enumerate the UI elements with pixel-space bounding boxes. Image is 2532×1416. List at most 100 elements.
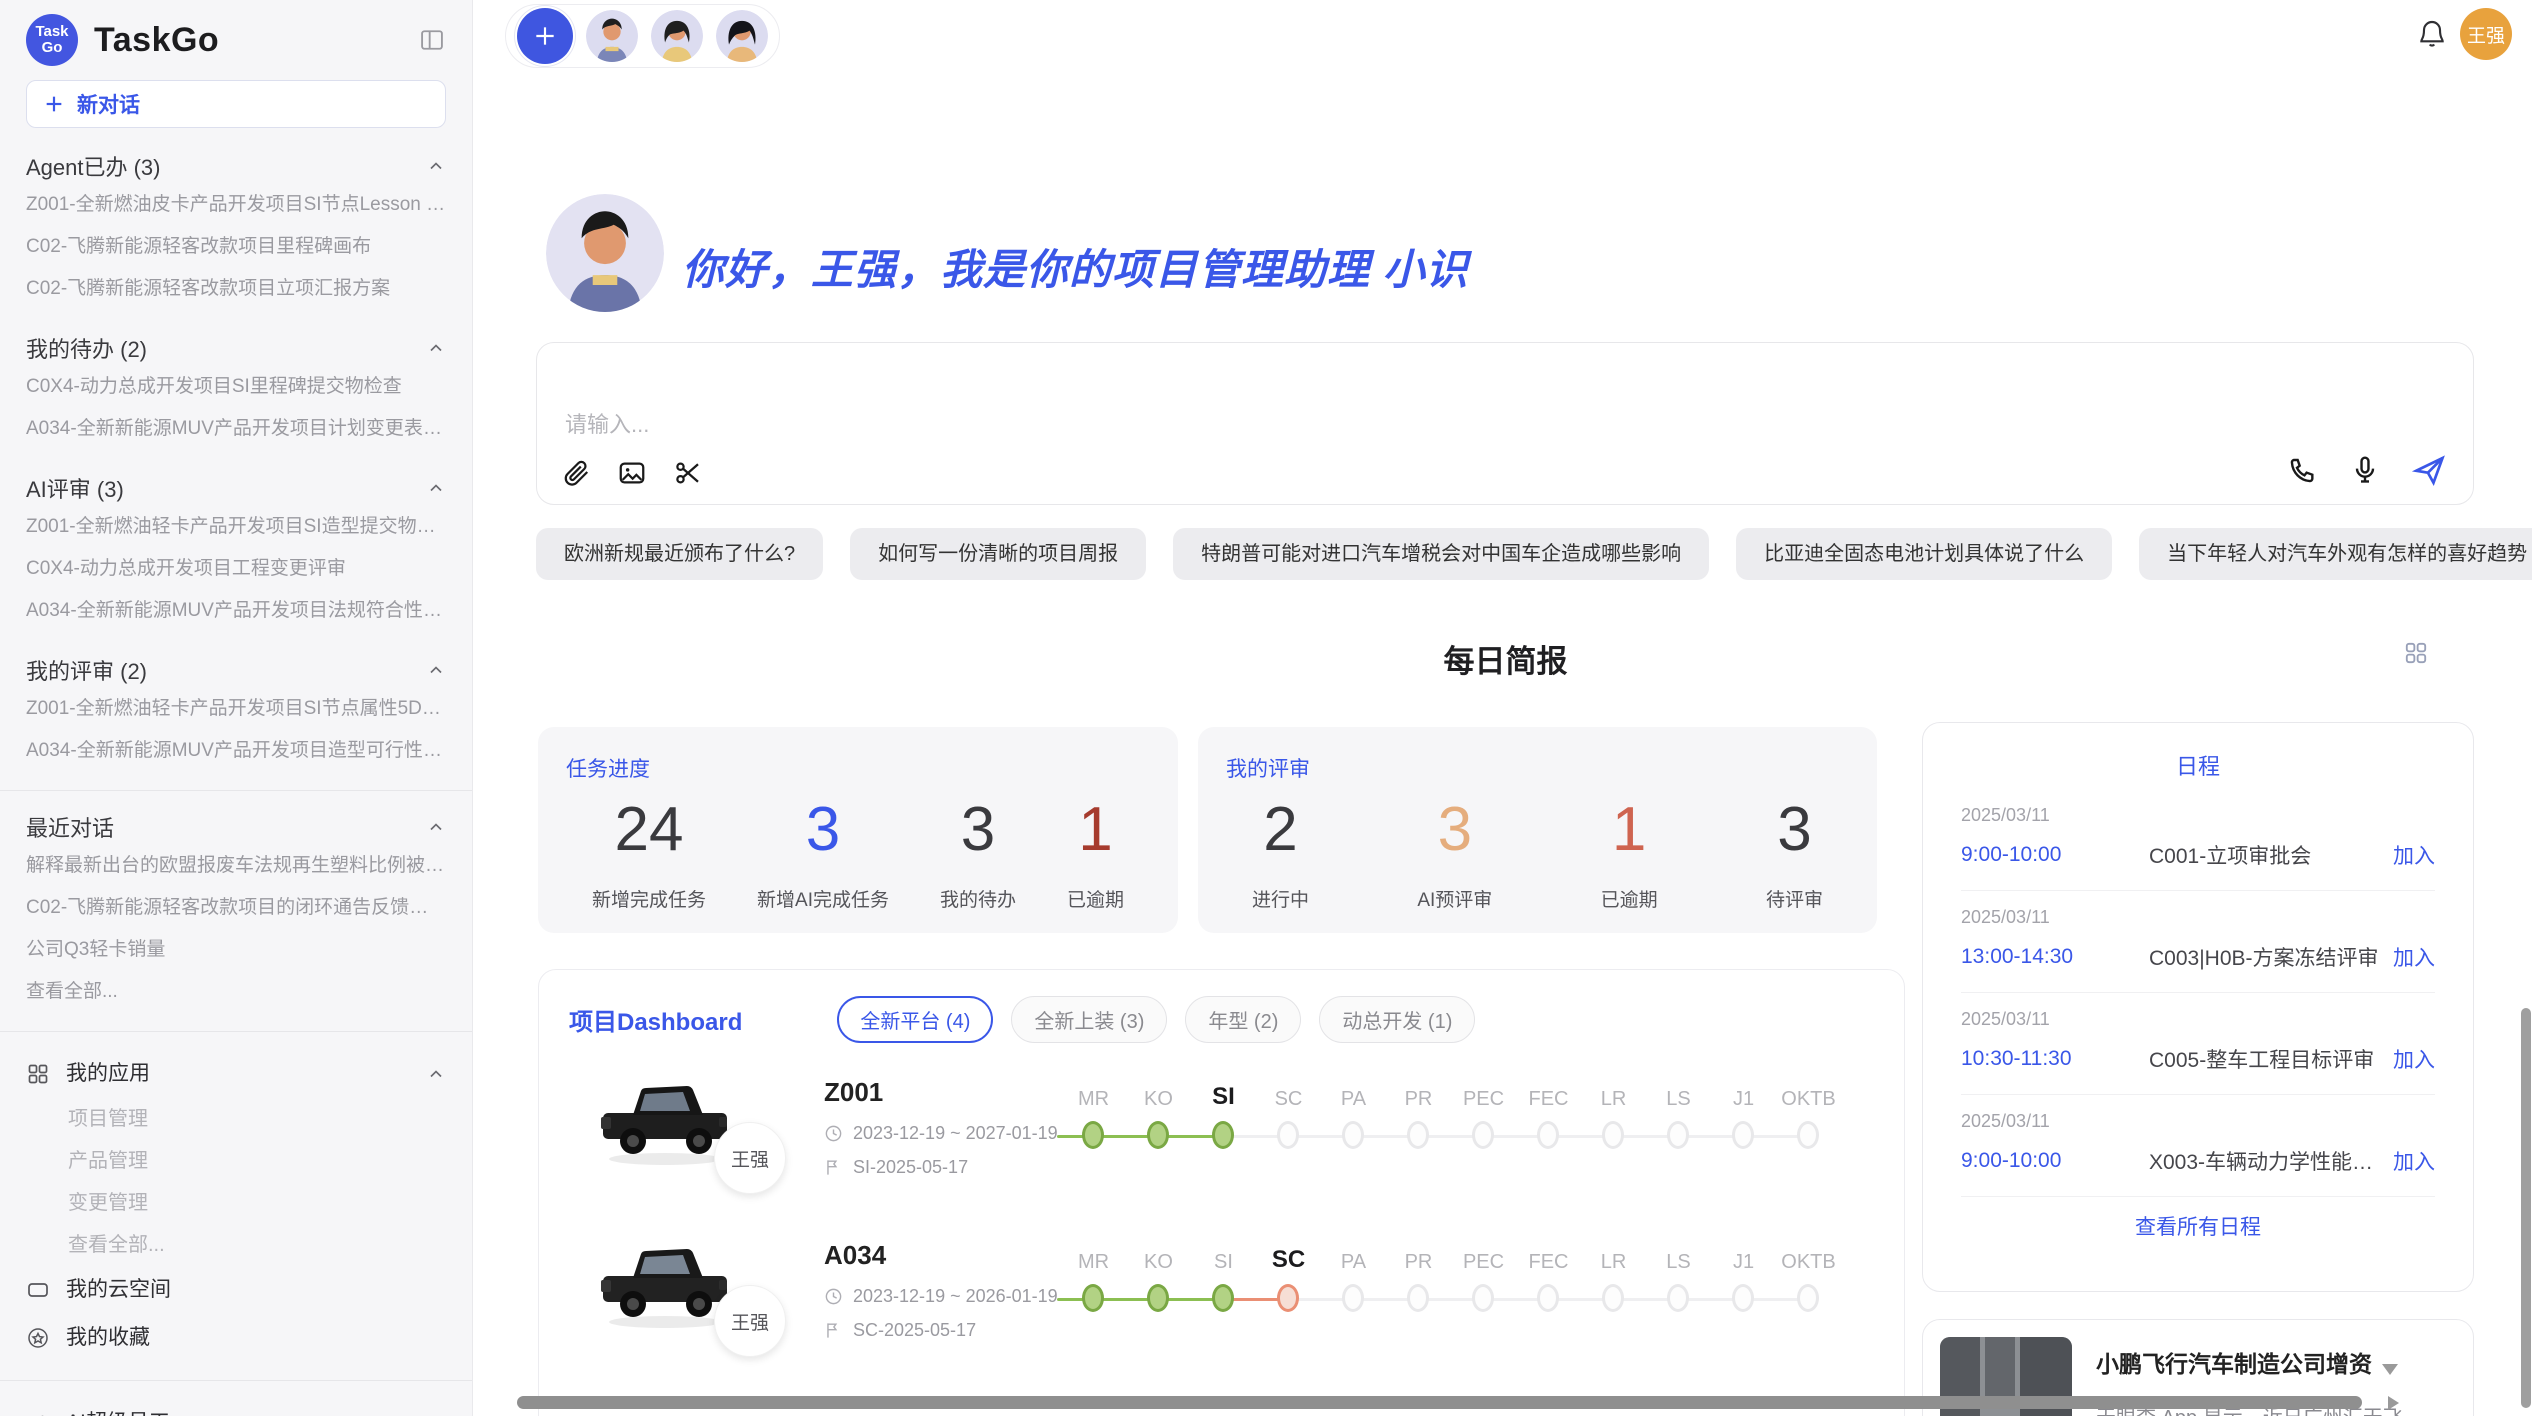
sidebar-item[interactable]: A034-全新新能源MUV产品开发项目计划变更表编写 xyxy=(26,408,446,450)
schedule-date: 2025/03/11 xyxy=(1961,1111,2435,1132)
recent-chat-item[interactable]: 公司Q3轻卡销量 xyxy=(26,929,446,971)
user-avatar[interactable]: 王强 xyxy=(2460,8,2512,60)
send-icon[interactable] xyxy=(2411,452,2447,488)
tab-powertrain[interactable]: 动总开发 (1) xyxy=(1319,996,1475,1043)
horizontal-scrollbar[interactable] xyxy=(517,1396,2362,1409)
schedule-title: 日程 xyxy=(1961,749,2435,781)
dashboard-tabs: 全新平台 (4) 全新上装 (3) 年型 (2) 动总开发 (1) xyxy=(837,996,1475,1043)
chevron-up-icon[interactable] xyxy=(426,660,446,680)
view-all-schedule-link[interactable]: 查看所有日程 xyxy=(1961,1197,2435,1255)
milestone-node xyxy=(1407,1121,1429,1149)
voice-call-icon[interactable] xyxy=(2287,454,2319,486)
schedule-time: 10:30-11:30 xyxy=(1961,1047,2149,1071)
sidebar-item[interactable]: C0X4-动力总成开发项目工程变更评审 xyxy=(26,548,446,590)
new-conversation-button[interactable] xyxy=(517,8,573,64)
milestone-node xyxy=(1602,1121,1624,1149)
app-item-project-mgmt[interactable]: 项目管理 xyxy=(26,1098,446,1140)
agent-avatar[interactable] xyxy=(651,10,703,62)
schedule-event-title: C003|H0B-方案冻结评审 xyxy=(2149,942,2379,972)
attachment-icon[interactable] xyxy=(561,458,591,488)
milestone-timeline: MR KO SI SC PA PR PEC FEC LR LS J1 OKTB xyxy=(1055,1079,1885,1161)
sidebar-item[interactable]: C0X4-动力总成开发项目SI里程碑提交物检查 xyxy=(26,366,446,408)
schedule-event-title: C001-立项审批会 xyxy=(2149,840,2379,870)
app-item-product-mgmt[interactable]: 产品管理 xyxy=(26,1140,446,1182)
divider xyxy=(0,790,472,791)
milestone-node-done xyxy=(1147,1121,1169,1149)
tab-all-new-platform[interactable]: 全新平台 (4) xyxy=(837,996,993,1043)
recent-chat-item[interactable]: C02-飞腾新能源轻客改款项目的闭环通告反馈情况 xyxy=(26,887,446,929)
notifications-bell-icon[interactable] xyxy=(2416,18,2448,50)
milestone-node-done xyxy=(1082,1121,1104,1149)
join-meeting-link[interactable]: 加入 xyxy=(2393,840,2435,870)
apps-grid-icon xyxy=(26,1062,50,1086)
join-meeting-link[interactable]: 加入 xyxy=(2393,1146,2435,1176)
sidebar-item[interactable]: Z001-全新燃油轻卡产品开发项目SI造型提交物评审 xyxy=(26,506,446,548)
scroll-down-arrow-icon[interactable] xyxy=(2382,1364,2398,1375)
view-all-apps-link[interactable]: 查看全部... xyxy=(26,1224,446,1266)
task-progress-title: 任务进度 xyxy=(566,753,1138,783)
layout-grid-icon[interactable] xyxy=(2403,640,2429,666)
sidebar-item-ai-employee[interactable]: AI超级员工 xyxy=(26,1399,446,1416)
sidebar-item-favorites[interactable]: 我的收藏 xyxy=(26,1314,446,1362)
suggestion-chip[interactable]: 如何写一份清晰的项目周报 xyxy=(850,528,1146,580)
milestone-node xyxy=(1537,1121,1559,1149)
milestone-node-done xyxy=(1147,1284,1169,1312)
scissors-icon[interactable] xyxy=(673,458,703,488)
logo-text-top: Task xyxy=(35,24,68,40)
suggestion-chip[interactable]: 欧洲新规最近颁布了什么? xyxy=(536,528,823,580)
chevron-up-icon[interactable] xyxy=(426,156,446,176)
section-my-review[interactable]: 我的评审 (2) xyxy=(26,652,446,688)
new-chat-button[interactable]: 新对话 xyxy=(26,80,446,128)
join-meeting-link[interactable]: 加入 xyxy=(2393,942,2435,972)
chevron-up-icon[interactable] xyxy=(426,338,446,358)
favorites-star-icon xyxy=(26,1326,50,1350)
milestone-track xyxy=(1055,1121,1885,1161)
sidebar-item[interactable]: C02-飞腾新能源轻客改款项目里程碑画布 xyxy=(26,226,446,268)
project-owner-badge: 王强 xyxy=(714,1285,786,1357)
dashboard-header: 项目Dashboard 全新平台 (4) 全新上装 (3) 年型 (2) 动总开… xyxy=(539,970,1904,1043)
microphone-icon[interactable] xyxy=(2349,454,2381,486)
milestone-node-done xyxy=(1212,1284,1234,1312)
app-item-change-mgmt[interactable]: 变更管理 xyxy=(26,1182,446,1224)
section-recent-chats[interactable]: 最近对话 xyxy=(26,809,446,845)
suggestion-chip[interactable]: 比亚迪全固态电池计划具体说了什么 xyxy=(1736,528,2112,580)
section-my-todo[interactable]: 我的待办 (2) xyxy=(26,330,446,366)
agent-avatar[interactable] xyxy=(716,10,768,62)
chevron-up-icon[interactable] xyxy=(426,478,446,498)
suggestion-chips: 欧洲新规最近颁布了什么? 如何写一份清晰的项目周报 特朗普可能对进口汽车增税会对… xyxy=(536,528,2476,580)
suggestion-chip[interactable]: 特朗普可能对进口汽车增税会对中国车企造成哪些影响 xyxy=(1173,528,1709,580)
collapse-sidebar-icon[interactable] xyxy=(418,26,446,54)
agent-avatar[interactable] xyxy=(586,10,638,62)
schedule-event-title: X003-车辆动力学性能验... xyxy=(2149,1146,2379,1176)
milestone-timeline: MR KO SI SC PA PR PEC FEC LR LS J1 OKTB xyxy=(1055,1242,1885,1324)
sidebar-item[interactable]: C02-飞腾新能源轻客改款项目立项汇报方案 xyxy=(26,268,446,310)
sidebar-item[interactable]: Z001-全新燃油轻卡产品开发项目SI节点属性5D文件评审 xyxy=(26,688,446,730)
logo-text-bottom: Go xyxy=(42,40,63,56)
milestone-node xyxy=(1797,1284,1819,1312)
tab-model-year[interactable]: 年型 (2) xyxy=(1185,996,1301,1043)
vertical-scrollbar[interactable] xyxy=(2521,1008,2531,1408)
view-all-chats-link[interactable]: 查看全部... xyxy=(26,971,446,1013)
project-dates: 2023-12-19 ~ 2027-01-19 xyxy=(824,1123,1058,1144)
sidebar-item-cloud-space[interactable]: 我的云空间 xyxy=(26,1266,446,1314)
recent-chat-item[interactable]: 解释最新出台的欧盟报废车法规再生塑料比例被调至15%... xyxy=(26,845,446,887)
chat-composer[interactable]: 请输入... xyxy=(536,342,2474,505)
project-row[interactable]: 王强 A034 2023-12-19 ~ 2026-01-19 SC-2025-… xyxy=(539,1228,1904,1391)
tab-new-body[interactable]: 全新上装 (3) xyxy=(1011,996,1167,1043)
suggestion-chip[interactable]: 当下年轻人对汽车外观有怎样的喜好趋势 xyxy=(2139,528,2532,580)
sidebar-item[interactable]: A034-全新新能源MUV产品开发项目法规符合性评审 xyxy=(26,590,446,632)
milestone-labels: MR KO SI SC PA PR PEC FEC LR LS J1 OKTB xyxy=(1055,1079,1885,1111)
chevron-up-icon[interactable] xyxy=(426,817,446,837)
scroll-right-arrow-icon[interactable] xyxy=(2388,1396,2399,1410)
chevron-up-icon[interactable] xyxy=(426,1064,446,1084)
section-agent-done[interactable]: Agent已办 (3) xyxy=(26,148,446,184)
project-row[interactable]: 王强 Z001 2023-12-19 ~ 2027-01-19 SI-2025-… xyxy=(539,1065,1904,1228)
join-meeting-link[interactable]: 加入 xyxy=(2393,1044,2435,1074)
sidebar-item-my-apps[interactable]: 我的应用 xyxy=(26,1050,446,1098)
sidebar-item[interactable]: A034-全新新能源MUV产品开发项目造型可行性评审 xyxy=(26,730,446,772)
image-upload-icon[interactable] xyxy=(617,458,647,488)
schedule-time: 9:00-10:00 xyxy=(1961,1149,2149,1173)
section-ai-review[interactable]: AI评审 (3) xyxy=(26,470,446,506)
sidebar-item[interactable]: Z001-全新燃油皮卡产品开发项目SI节点Lesson Learn报告 xyxy=(26,184,446,226)
task-progress-stats: 24 新增完成任务 3 新增AI完成任务 3 我的待办 1 已逾期 xyxy=(566,783,1138,912)
